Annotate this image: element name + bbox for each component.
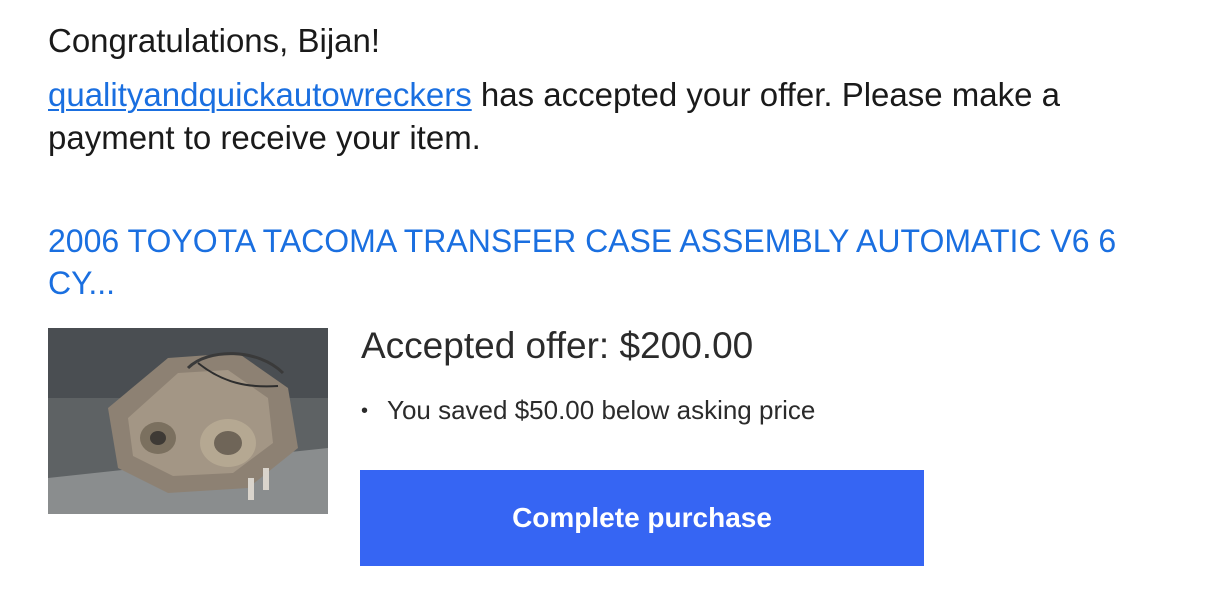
seller-link[interactable]: qualityandquickautowreckers (48, 76, 472, 113)
savings-note: • You saved $50.00 below asking price (361, 392, 815, 429)
item-title-link[interactable]: 2006 TOYOTA TACOMA TRANSFER CASE ASSEMBL… (48, 220, 1178, 304)
complete-purchase-button[interactable]: Complete purchase (360, 470, 924, 566)
accepted-offer-amount: Accepted offer: $200.00 (361, 325, 754, 366)
greeting-heading: Congratulations, Bijan! (48, 22, 381, 59)
offer-accepted-message: qualityandquickautowreckers has accepted… (48, 73, 1178, 159)
item-thumbnail[interactable] (48, 328, 328, 514)
bullet-icon: • (361, 400, 369, 422)
transfer-case-image (48, 328, 328, 514)
savings-text: You saved $50.00 below asking price (387, 395, 816, 425)
